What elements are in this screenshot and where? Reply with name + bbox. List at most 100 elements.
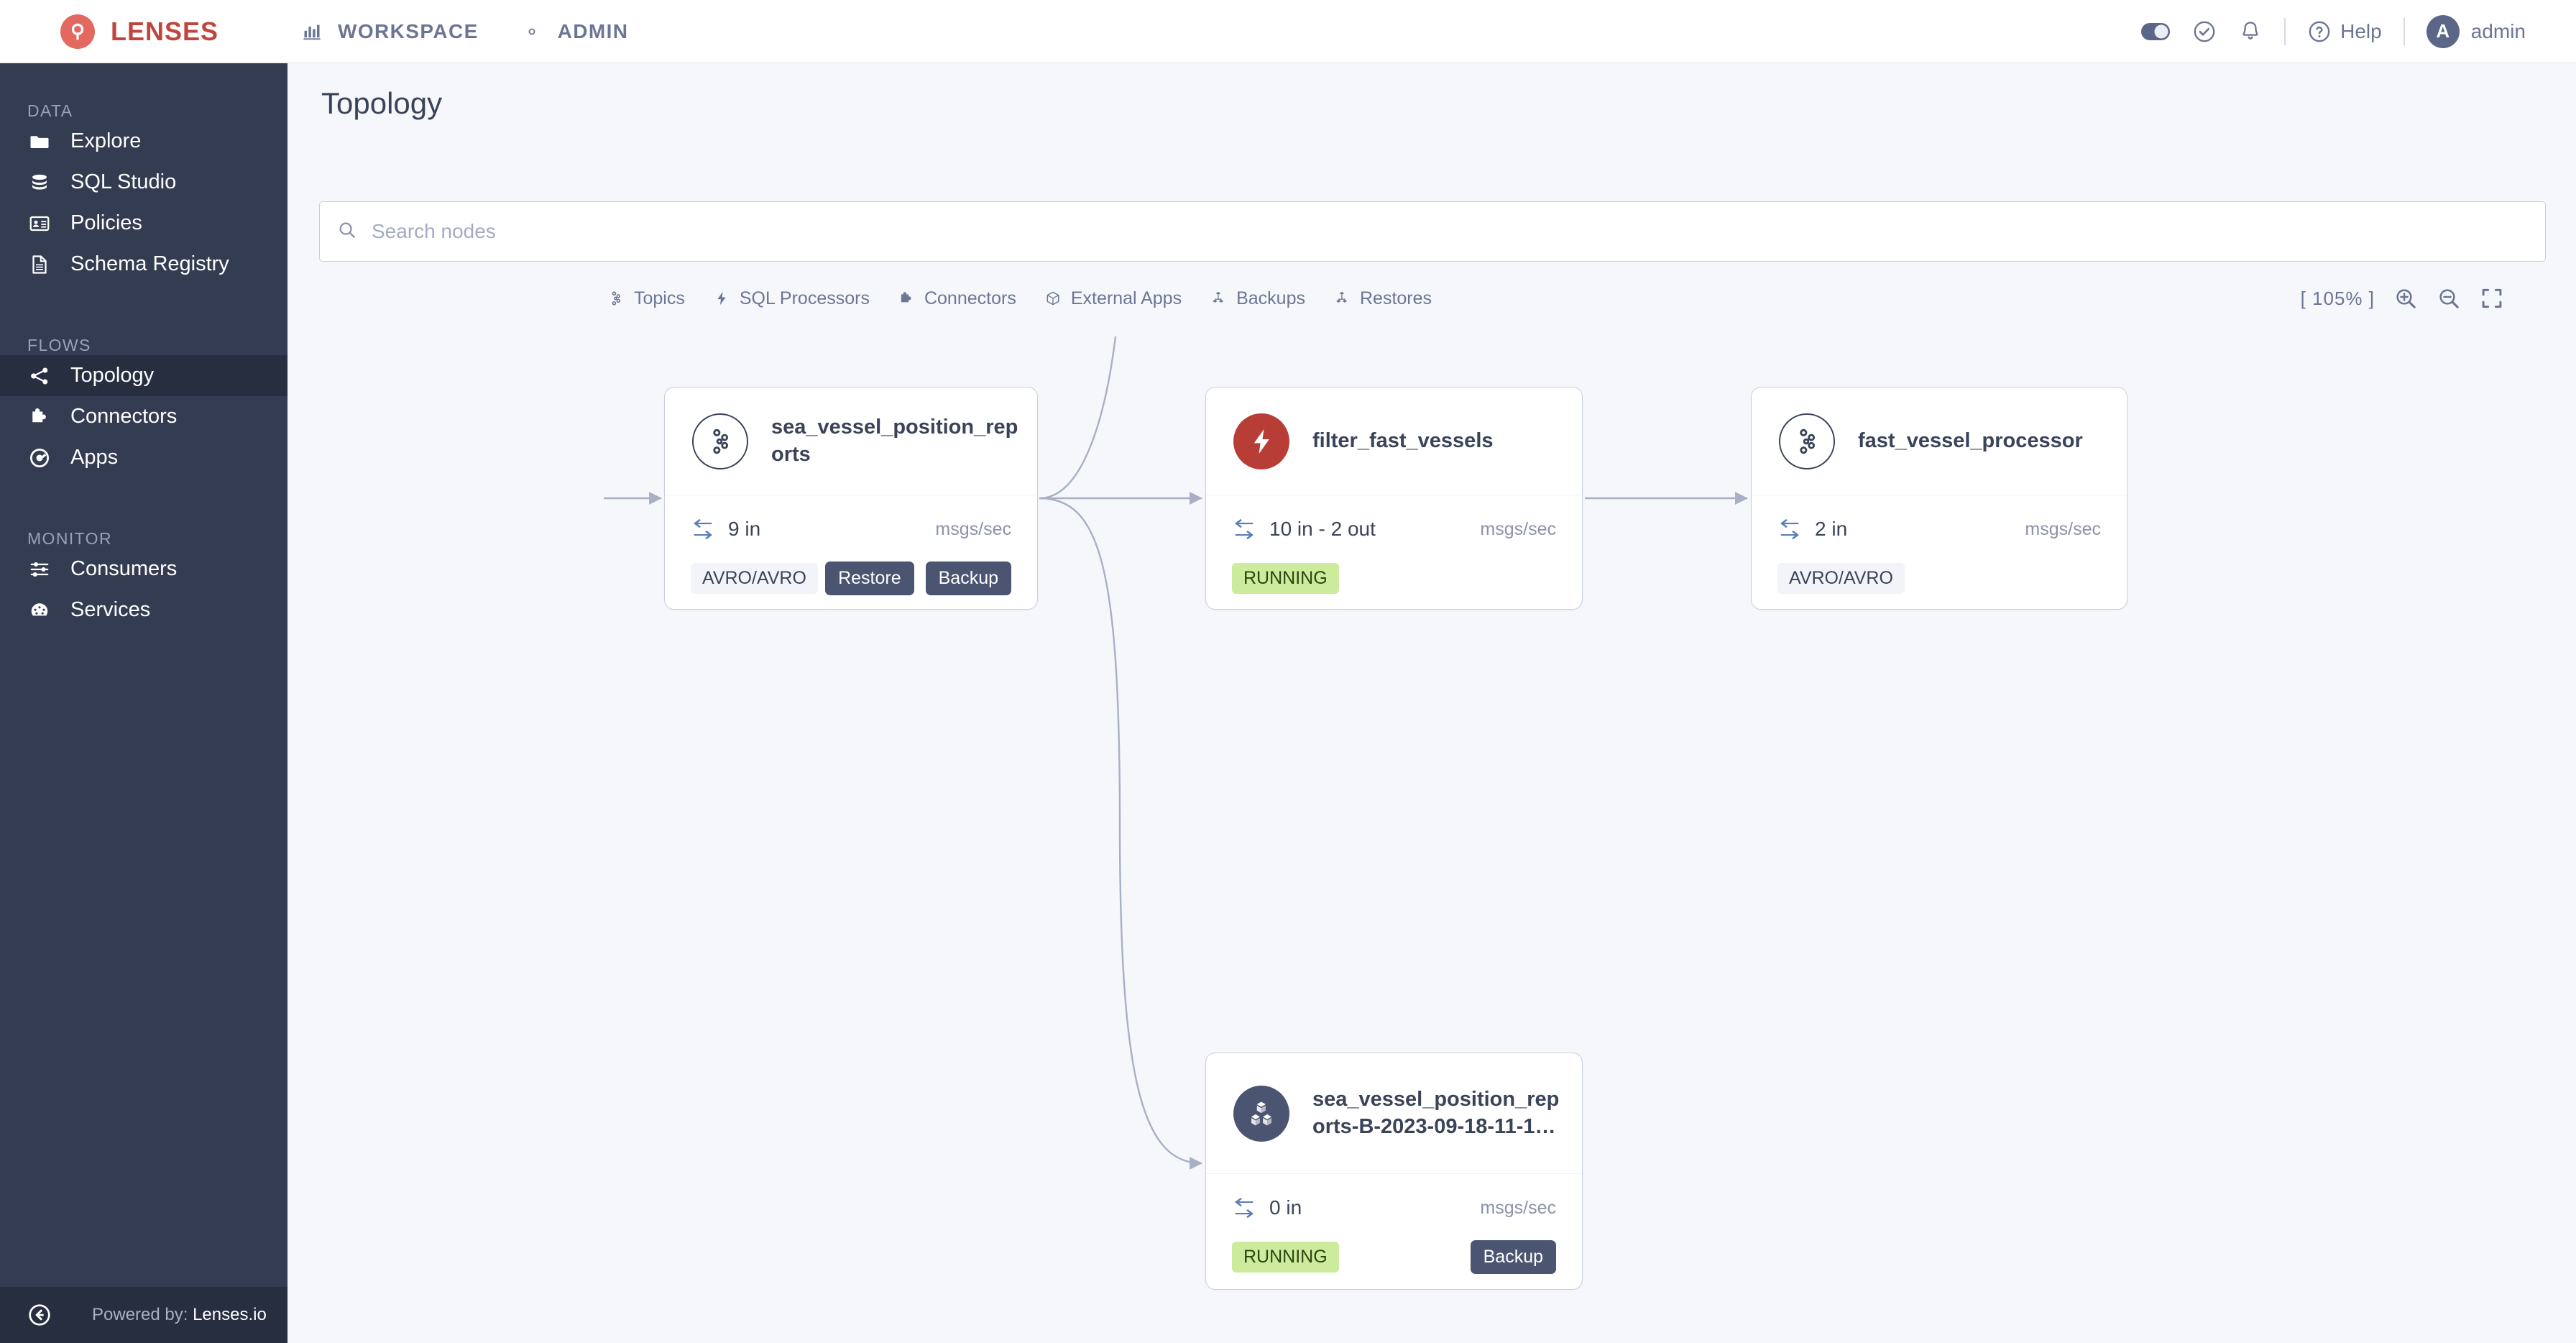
divider [2284, 17, 2286, 45]
sidebar-label-policies: Policies [70, 211, 142, 234]
metric-unit: msgs/sec [935, 518, 1011, 539]
share-nodes-icon [27, 364, 52, 388]
help-button[interactable]: Help [2307, 19, 2382, 44]
sidebar-item-sql-studio[interactable]: SQL Studio [0, 162, 288, 203]
restore-icon [1333, 289, 1351, 308]
kafka-topic-icon [692, 413, 748, 469]
divider [2403, 17, 2405, 45]
topology-node-sea-vessel-position-reports[interactable]: sea_vessel_position_reports 9 in msgs/se… [664, 387, 1038, 610]
edge-topic-to-backup [1039, 497, 1202, 1170]
brand-logo[interactable]: LENSES [0, 0, 288, 63]
fullscreen-icon[interactable] [2480, 286, 2504, 311]
sidebar-item-apps[interactable]: Apps [0, 437, 288, 478]
legend-tab-topics[interactable]: Topics [607, 288, 685, 309]
sidebar-item-topology[interactable]: Topology [0, 355, 288, 396]
edge-topic-to-offscreen-top [1039, 336, 1117, 500]
collapse-left-icon[interactable] [27, 1303, 52, 1327]
sidebar-item-policies[interactable]: Policies [0, 203, 288, 244]
topology-node-filter-fast-vessels[interactable]: filter_fast_vessels 10 in - 2 out msgs/s… [1205, 387, 1583, 610]
node-header: fast_vessel_processor [1752, 388, 2127, 495]
powered-brand: Lenses.io [193, 1305, 267, 1324]
top-navigation: WORKSPACE ADMIN [302, 20, 671, 43]
check-circle-icon[interactable] [2192, 19, 2217, 44]
topology-node-backup[interactable]: sea_vessel_position_reports-B-2023-09-18… [1205, 1053, 1583, 1290]
zoom-level-label: [ 105% ] [2300, 287, 2375, 309]
zoom-out-icon[interactable] [2437, 286, 2461, 311]
legend-tab-backups[interactable]: Backups [1209, 288, 1305, 309]
throughput-icon [1232, 518, 1258, 540]
node-throughput: 10 in - 2 out [1269, 518, 1376, 540]
node-footer: RUNNING [1232, 560, 1556, 596]
topology-canvas[interactable]: sea_vessel_position_reports 9 in msgs/se… [288, 321, 2576, 1343]
bell-icon[interactable] [2238, 19, 2263, 44]
legend-tab-external-apps[interactable]: External Apps [1044, 288, 1182, 309]
status-badge: AVRO/AVRO [1777, 562, 1905, 594]
main-content: Topology Topics SQL Processors [288, 63, 2576, 1343]
user-menu[interactable]: A admin [2426, 14, 2526, 48]
topology-node-fast-vessel-processor[interactable]: fast_vessel_processor 2 in msgs/sec AVRO… [1751, 387, 2128, 610]
legend-tab-connectors[interactable]: Connectors [897, 288, 1016, 309]
document-icon [27, 252, 52, 277]
sidebar-label-connectors: Connectors [70, 405, 178, 428]
topology-toolbar: Topics SQL Processors Connectors Externa… [288, 276, 2576, 321]
gauge-icon [27, 598, 52, 623]
topnav-item-admin[interactable]: ADMIN [522, 20, 629, 43]
legend-tab-sql-processors[interactable]: SQL Processors [712, 288, 870, 309]
node-body: 9 in msgs/sec AVRO/AVRO Restore Backup [665, 495, 1037, 596]
restore-button[interactable]: Restore [825, 561, 914, 595]
status-badge: AVRO/AVRO [691, 562, 818, 594]
gear-icon [522, 22, 542, 42]
legend-label-sql-processors: SQL Processors [739, 288, 870, 308]
topic-icon [607, 289, 625, 308]
folder-icon [27, 129, 52, 154]
legend-label-topics: Topics [634, 288, 685, 308]
sidebar-label-services: Services [70, 598, 151, 621]
question-circle-icon [2307, 19, 2332, 44]
sidebar-item-consumers[interactable]: Consumers [0, 549, 288, 590]
puzzle-piece-icon [897, 289, 916, 308]
throughput-icon [691, 518, 717, 540]
apps-circle-icon [27, 446, 52, 470]
node-throughput: 0 in [1269, 1196, 1302, 1219]
database-icon [27, 170, 52, 195]
zoom-in-icon[interactable] [2393, 286, 2418, 311]
node-title: sea_vessel_position_reports [771, 416, 1018, 466]
node-metrics: 0 in msgs/sec [1232, 1194, 1556, 1221]
node-throughput: 9 in [728, 518, 761, 540]
powered-by-label: Powered by: Lenses.io [92, 1305, 267, 1325]
backup-button[interactable]: Backup [1470, 1239, 1556, 1274]
sidebar-item-schema-registry[interactable]: Schema Registry [0, 244, 288, 285]
topnav-item-workspace[interactable]: WORKSPACE [302, 20, 479, 43]
zoom-controls: [ 105% ] [2301, 276, 2504, 321]
lenses-logo-icon [60, 14, 95, 49]
search-input[interactable] [372, 210, 2456, 253]
node-header: sea_vessel_position_reports [665, 388, 1037, 495]
legend-label-restores: Restores [1359, 288, 1432, 308]
search-icon [337, 220, 357, 244]
throughput-icon [1777, 518, 1803, 540]
sidebar-item-services[interactable]: Services [0, 590, 288, 631]
search-nodes-bar[interactable] [319, 201, 2546, 262]
node-footer: RUNNING Backup [1232, 1239, 1556, 1275]
legend-tab-restores[interactable]: Restores [1333, 288, 1432, 309]
avatar: A [2426, 14, 2460, 48]
sidebar-item-explore[interactable]: Explore [0, 121, 288, 162]
sidebar-item-connectors[interactable]: Connectors [0, 396, 288, 437]
sidebar-section-monitor: MONITOR [27, 529, 112, 548]
sidebar-footer: Powered by: Lenses.io [0, 1287, 288, 1343]
top-bar: LENSES WORKSPACE ADMIN Help A admin [0, 0, 2576, 63]
chart-bars-icon [302, 22, 322, 42]
metric-unit: msgs/sec [1480, 518, 1556, 539]
node-footer: AVRO/AVRO Restore Backup [691, 560, 1011, 596]
topnav-label-workspace: WORKSPACE [338, 19, 479, 42]
node-title: filter_fast_vessels [1312, 428, 1494, 452]
metric-unit: msgs/sec [2025, 518, 2101, 539]
node-body: 0 in msgs/sec RUNNING Backup [1206, 1174, 1582, 1275]
theme-toggle-icon[interactable] [2140, 22, 2171, 41]
node-metrics: 9 in msgs/sec [691, 515, 1011, 543]
backup-button[interactable]: Backup [925, 561, 1011, 595]
sidebar-label-topology: Topology [70, 364, 155, 387]
throughput-icon [1232, 1197, 1258, 1219]
status-badge: RUNNING [1232, 1241, 1339, 1273]
kafka-topic-icon [1779, 413, 1835, 469]
